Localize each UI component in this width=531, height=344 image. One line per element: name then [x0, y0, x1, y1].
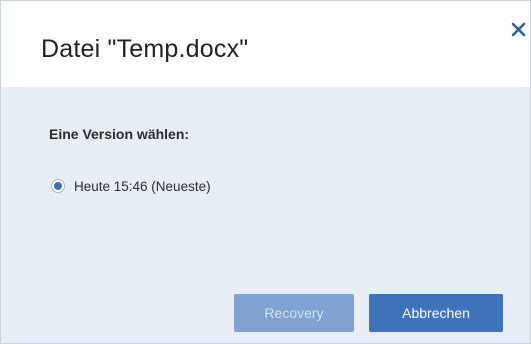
- close-button[interactable]: [509, 19, 529, 39]
- version-option-label: Heute 15:46 (Neueste): [74, 178, 211, 194]
- dialog-body: Eine Version wählen: Heute 15:46 (Neuest…: [1, 87, 530, 343]
- dialog-header: Datei "Temp.docx": [1, 1, 530, 87]
- choose-version-label: Eine Version wählen:: [49, 126, 190, 142]
- version-option-latest[interactable]: Heute 15:46 (Neueste): [51, 177, 211, 195]
- close-icon: [511, 22, 526, 37]
- radio-selected-dot: [54, 182, 62, 190]
- version-dialog: Datei "Temp.docx" Eine Version wählen: H…: [0, 0, 531, 344]
- recovery-button[interactable]: Recovery: [234, 294, 354, 332]
- radio-button[interactable]: [51, 179, 65, 193]
- cancel-button[interactable]: Abbrechen: [369, 294, 503, 332]
- dialog-title: Datei "Temp.docx": [41, 35, 249, 63]
